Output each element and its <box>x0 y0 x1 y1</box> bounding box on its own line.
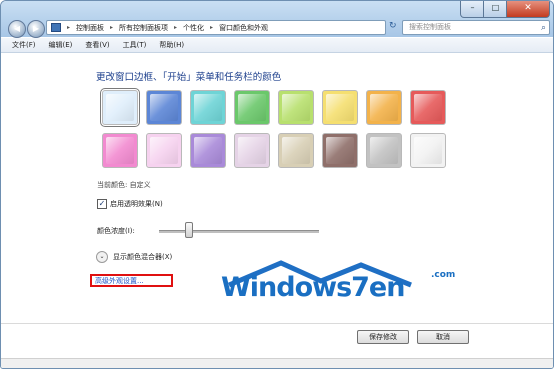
breadcrumb-item[interactable]: 控制面板 <box>76 23 104 33</box>
control-panel-icon <box>51 23 61 32</box>
color-swatch-lemon[interactable] <box>322 90 358 125</box>
breadcrumb-item[interactable]: 所有控制面板项 <box>119 23 168 33</box>
minimize-icon: – <box>470 3 475 12</box>
watermark-tld: .com <box>431 270 456 280</box>
search-placeholder: 搜索控制面板 <box>409 23 451 31</box>
maximize-button[interactable]: □ <box>483 1 508 18</box>
forward-arrow-icon: ▶ <box>32 24 40 33</box>
watermark-logo: Windows7en .com <box>221 259 471 309</box>
intensity-slider-thumb[interactable] <box>184 222 193 238</box>
save-changes-button[interactable]: 保存修改 <box>357 330 409 344</box>
color-swatch-lime[interactable] <box>278 90 314 125</box>
chevron-down-icon[interactable]: ⌄ <box>96 251 108 263</box>
chevron-right-icon: ▸ <box>174 24 178 31</box>
color-swatch-blush[interactable] <box>146 133 182 168</box>
transparency-option[interactable]: ✓ 启用透明效果(N) <box>97 199 163 209</box>
color-swatch-chocolate[interactable] <box>322 133 358 168</box>
color-swatch-frost[interactable] <box>410 133 446 168</box>
color-swatch-ruby[interactable] <box>410 90 446 125</box>
color-swatch-taupe[interactable] <box>278 133 314 168</box>
color-mixer-label: 显示颜色混合器(X) <box>113 253 173 261</box>
transparency-checkbox[interactable]: ✓ <box>97 199 107 209</box>
intensity-label: 颜色浓度(I): <box>97 227 135 235</box>
color-swatch-fuchsia[interactable] <box>102 133 138 168</box>
color-swatch-slate[interactable] <box>366 133 402 168</box>
search-input[interactable]: 搜索控制面板 ⌕ <box>402 20 550 35</box>
color-swatch-lavender[interactable] <box>234 133 270 168</box>
chevron-right-icon: ▸ <box>67 24 71 31</box>
menu-help[interactable]: 帮助(H) <box>159 38 184 52</box>
advanced-appearance-link[interactable]: 高级外观设置... <box>95 276 144 286</box>
watermark-word: Windows7en <box>221 272 405 303</box>
breadcrumb-item[interactable]: 个性化 <box>183 23 204 33</box>
cancel-button[interactable]: 取消 <box>417 330 469 344</box>
breadcrumb-item[interactable]: 窗口颜色和外观 <box>219 23 268 33</box>
chevron-right-icon: ▸ <box>210 24 214 31</box>
minimize-button[interactable]: – <box>460 1 485 18</box>
color-mixer-toggle[interactable]: ⌄ 显示颜色混合器(X) <box>96 251 172 263</box>
menu-tools[interactable]: 工具(T) <box>123 38 147 52</box>
close-button[interactable]: ✕ <box>506 1 550 18</box>
transparency-label: 启用透明效果(N) <box>110 200 163 208</box>
color-swatch-twilight[interactable] <box>146 90 182 125</box>
menu-view[interactable]: 查看(V) <box>85 38 109 52</box>
menu-file[interactable]: 文件(F) <box>12 38 36 52</box>
maximize-icon: □ <box>491 3 500 12</box>
color-swatch-leaf[interactable] <box>234 90 270 125</box>
back-arrow-icon: ◀ <box>13 24 21 33</box>
search-icon[interactable]: ⌕ <box>541 22 546 35</box>
intensity-slider[interactable] <box>159 230 319 233</box>
status-bar <box>1 358 553 368</box>
close-icon: ✕ <box>524 3 532 13</box>
color-swatch-sky[interactable] <box>100 88 140 127</box>
window: – □ ✕ ◀ ▶ ▸ 控制面板 ▸ 所有控制面板项 ▸ 个性化 ▸ 窗口颜色和… <box>0 0 554 369</box>
page-title: 更改窗口边框、「开始」菜单和任务栏的颜色 <box>96 72 282 83</box>
forward-button[interactable]: ▶ <box>27 20 45 38</box>
color-swatch-grid <box>100 88 454 176</box>
divider <box>1 323 553 324</box>
chevron-right-icon: ▸ <box>110 24 114 31</box>
current-color-label: 当前颜色: 自定义 <box>97 181 151 189</box>
color-swatch-violet[interactable] <box>190 133 226 168</box>
back-button[interactable]: ◀ <box>8 20 26 38</box>
color-swatch-sea[interactable] <box>190 90 226 125</box>
refresh-icon[interactable]: ↻ <box>389 21 399 33</box>
menu-edit[interactable]: 编辑(E) <box>49 38 73 52</box>
color-swatch-pumpkin[interactable] <box>366 90 402 125</box>
address-bar[interactable]: ▸ 控制面板 ▸ 所有控制面板项 ▸ 个性化 ▸ 窗口颜色和外观 <box>46 20 386 35</box>
menu-bar: 文件(F) 编辑(E) 查看(V) 工具(T) 帮助(H) <box>1 38 553 53</box>
